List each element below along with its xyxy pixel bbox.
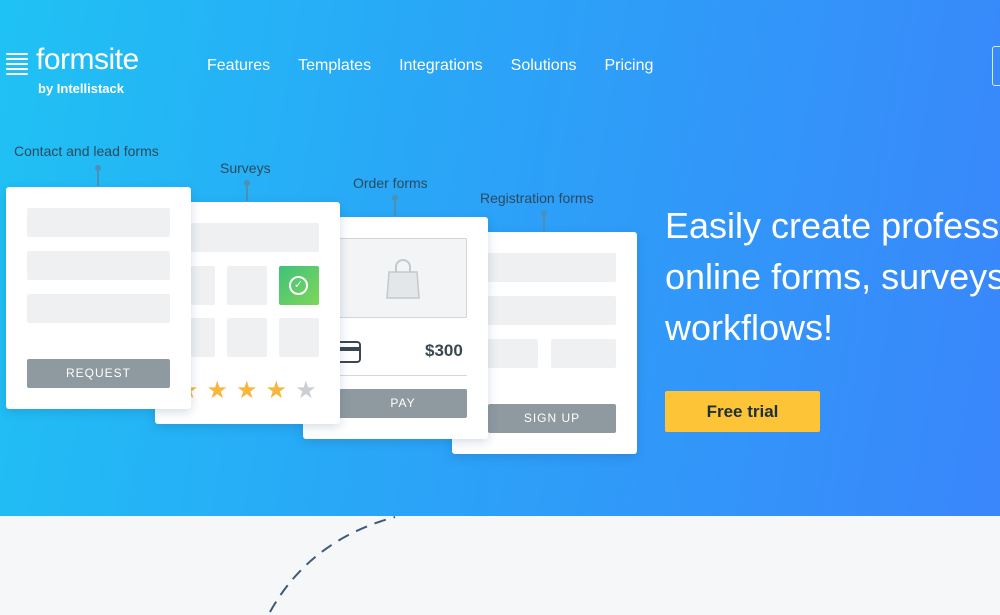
headline-line-1: Easily create professi — [665, 205, 1000, 246]
product-image — [339, 238, 467, 318]
form-field — [27, 251, 170, 280]
form-field — [488, 296, 616, 325]
nav-integrations[interactable]: Integrations — [399, 57, 483, 75]
selected-option: ✓ — [279, 266, 319, 305]
form-field — [488, 339, 538, 368]
divider — [339, 375, 467, 376]
nav-templates[interactable]: Templates — [298, 57, 371, 75]
headline-line-2: online forms, surveys — [665, 256, 1000, 297]
sign-up-button: SIGN UP — [488, 404, 616, 433]
contact-form-card: REQUEST — [6, 187, 191, 409]
star-icon: ★ — [236, 377, 258, 404]
star-rating: ★ ★ ★ ★ ★ — [177, 379, 317, 403]
label-pin — [95, 165, 101, 186]
hero-headline: Easily create professi online forms, sur… — [665, 200, 1000, 353]
survey-option — [227, 318, 267, 357]
form-field — [488, 253, 616, 282]
main-nav: Features Templates Integrations Solution… — [207, 57, 681, 75]
pay-button: PAY — [339, 389, 467, 418]
nav-solutions[interactable]: Solutions — [511, 57, 577, 75]
label-order-forms: Order forms — [353, 175, 428, 191]
request-button: REQUEST — [27, 359, 170, 388]
form-field — [27, 294, 170, 323]
brand-name: formsite — [36, 43, 139, 76]
shopping-bag-icon — [386, 259, 420, 299]
label-surveys: Surveys — [220, 160, 271, 176]
nav-pricing[interactable]: Pricing — [605, 57, 654, 75]
check-icon: ✓ — [289, 276, 308, 295]
free-trial-button[interactable]: Free trial — [665, 391, 820, 432]
form-field — [551, 339, 616, 368]
form-field — [191, 223, 319, 252]
label-registration-forms: Registration forms — [480, 190, 594, 206]
star-icon: ★ — [206, 377, 229, 404]
decorative-dashed-curve — [269, 516, 396, 613]
label-pin — [244, 180, 250, 201]
hero-section: formsite by Intellistack Features Templa… — [0, 0, 1000, 516]
label-pin — [392, 195, 398, 216]
survey-option — [191, 318, 215, 357]
login-button[interactable] — [992, 46, 1000, 86]
survey-option — [191, 266, 215, 305]
star-icon: ★ — [265, 377, 288, 404]
star-icon: ★ — [295, 377, 317, 404]
order-price: $300 — [425, 341, 463, 360]
brand-tagline: by Intellistack — [38, 81, 124, 96]
form-field — [27, 208, 170, 237]
nav-features[interactable]: Features — [207, 57, 270, 75]
survey-option — [279, 318, 319, 357]
logo-lines-icon — [6, 53, 30, 75]
label-pin — [541, 210, 547, 231]
survey-option — [227, 266, 267, 305]
headline-line-3: workflows! — [665, 307, 834, 348]
label-contact-forms: Contact and lead forms — [14, 143, 159, 159]
